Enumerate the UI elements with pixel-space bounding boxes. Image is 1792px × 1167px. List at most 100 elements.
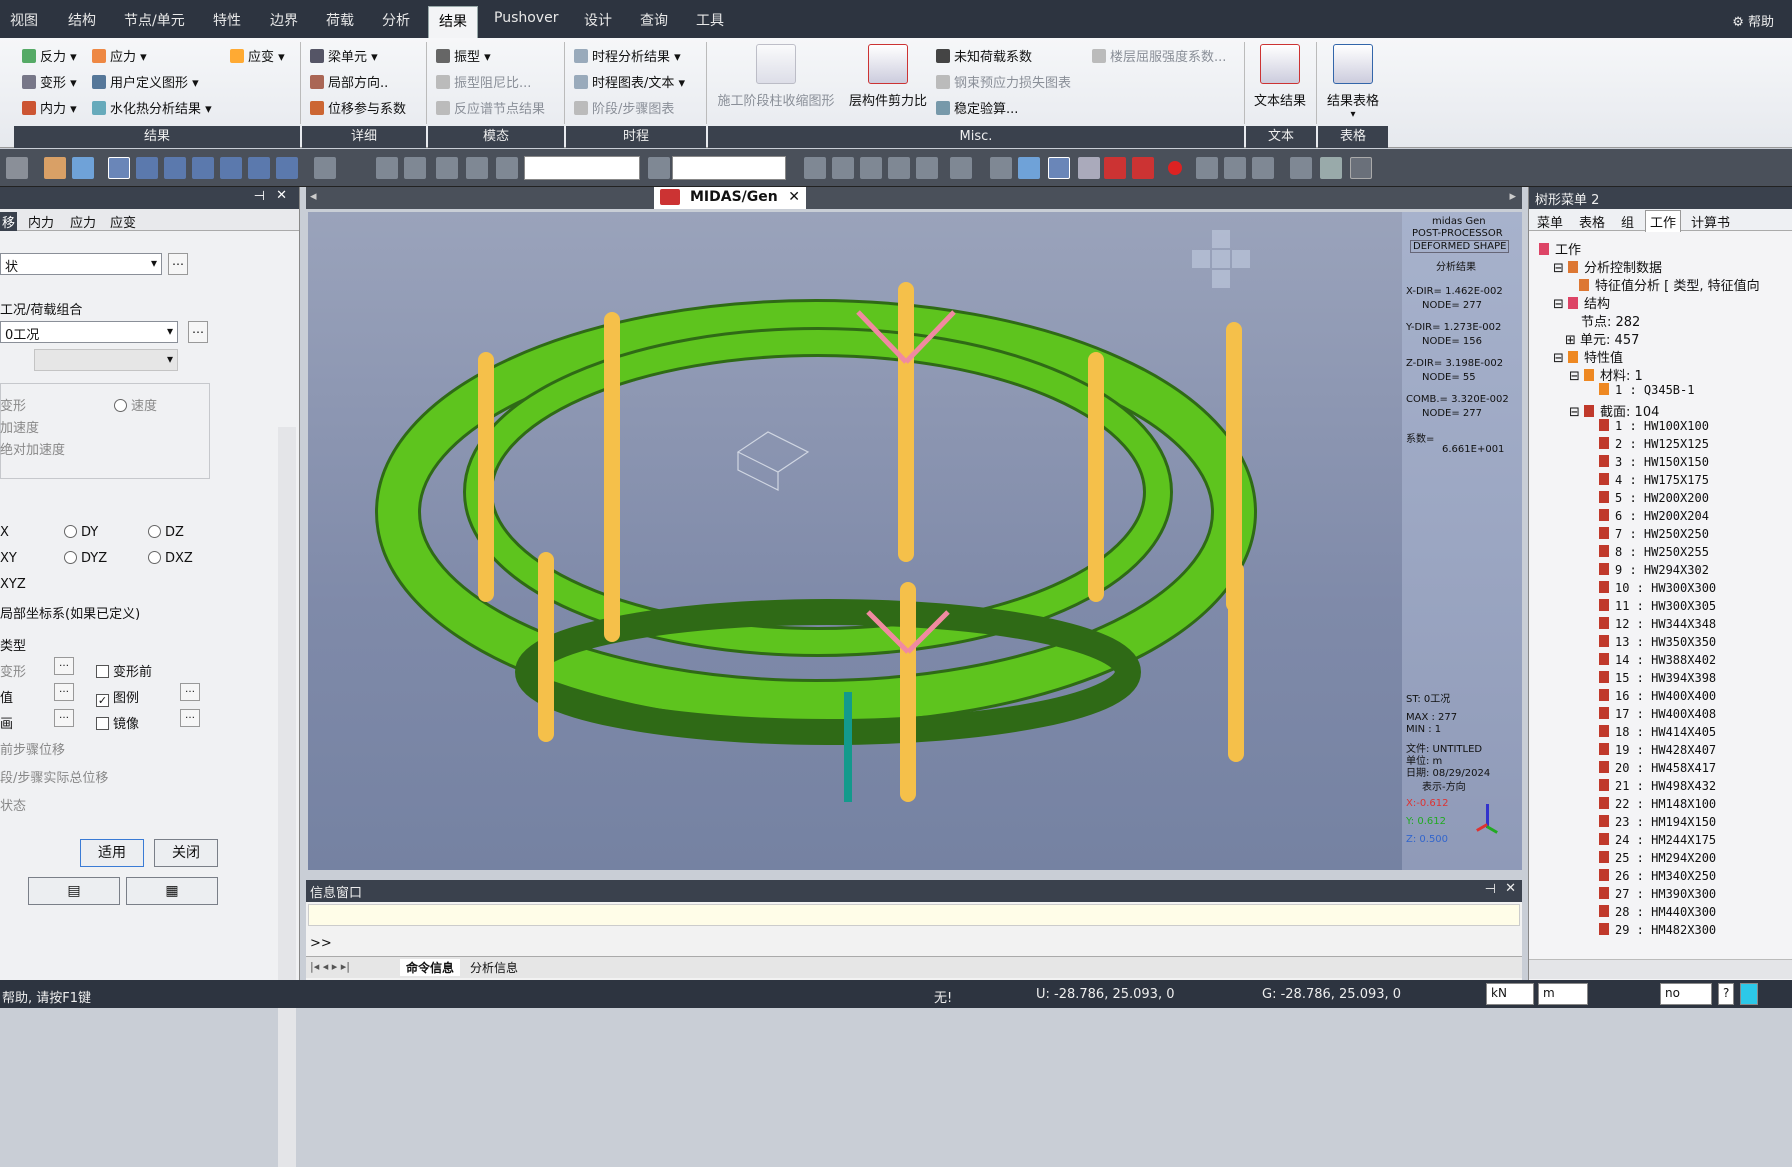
close-tab-icon[interactable]: ✕ — [788, 189, 800, 205]
tab-group[interactable]: 组 — [1621, 212, 1634, 231]
tree-section-item[interactable]: 20 : HW458X417 — [1599, 761, 1716, 775]
view-cube[interactable] — [1192, 230, 1250, 288]
select-filter-combo[interactable] — [524, 156, 640, 180]
tab-table[interactable]: 表格 — [1579, 212, 1605, 231]
value-more-button[interactable]: … — [54, 683, 74, 701]
redraw-icon[interactable] — [950, 157, 972, 179]
arrow-icon[interactable] — [6, 157, 28, 179]
tree-section-item[interactable]: 16 : HW400X400 — [1599, 689, 1716, 703]
tree-section-item[interactable]: 14 : HW388X402 — [1599, 653, 1716, 667]
radio-dxy[interactable]: XY — [0, 551, 17, 566]
tree-sections[interactable]: ⊟ 截面: 104 — [1569, 401, 1659, 420]
menu-boundary[interactable]: 边界 — [262, 8, 306, 32]
close-button[interactable]: 关闭 — [154, 839, 218, 867]
plane-select-icon[interactable] — [220, 157, 242, 179]
deform-more-button[interactable]: … — [54, 657, 74, 675]
tree-section-item[interactable]: 8 : HW250X255 — [1599, 545, 1709, 559]
tab-work[interactable]: 工作 — [1645, 210, 1682, 232]
shade-icon[interactable] — [1048, 157, 1070, 179]
hidden-line-icon[interactable] — [466, 157, 488, 179]
menu-pushover[interactable]: Pushover — [486, 8, 566, 28]
shrink-icon[interactable] — [888, 157, 910, 179]
menu-view[interactable]: 视图 — [2, 8, 46, 32]
tree-section-item[interactable]: 25 : HM294X200 — [1599, 851, 1716, 865]
local-axis-checkbox[interactable]: 局部坐标系(如果已定义) — [0, 603, 140, 622]
help-button[interactable]: ⚙ 帮助 — [1732, 11, 1774, 30]
display-icon[interactable] — [1104, 157, 1126, 179]
window-select-icon[interactable] — [136, 157, 158, 179]
tree-section-item[interactable]: 29 : HM482X300 — [1599, 923, 1716, 937]
tab-command-info[interactable]: 命令信息 — [400, 959, 461, 976]
tree-section-item[interactable]: 21 : HW498X432 — [1599, 779, 1716, 793]
tree-section-item[interactable]: 22 : HM148X100 — [1599, 797, 1716, 811]
menu-structure[interactable]: 结构 — [60, 8, 104, 32]
view-cube-center[interactable] — [1212, 250, 1230, 268]
nav-icons[interactable]: |◂ ◂ ▸ ▸| — [310, 960, 350, 973]
copy-icon[interactable] — [1290, 157, 1312, 179]
deform-button[interactable]: 变形 ▾ — [22, 72, 77, 91]
local-direction-button[interactable]: 局部方向.. — [310, 72, 388, 91]
menu-query[interactable]: 查询 — [632, 8, 676, 32]
result-table-button[interactable]: 结果表格 ▾ — [1320, 44, 1386, 120]
shape-combo[interactable]: 状 — [0, 253, 162, 275]
tree-nodes[interactable]: 节点: 282 — [1581, 311, 1640, 330]
before-deform-checkbox[interactable]: 变形前 — [96, 661, 152, 680]
tree-section-item[interactable]: 11 : HW300X305 — [1599, 599, 1716, 613]
menu-properties[interactable]: 特性 — [205, 8, 249, 32]
disp-participation-button[interactable]: 位移参与系数 — [310, 98, 406, 117]
sphere-select-icon[interactable] — [276, 157, 298, 179]
tree-section-item[interactable]: 17 : HW400X408 — [1599, 707, 1716, 721]
pin-icon[interactable]: ⊣ — [254, 189, 265, 204]
help-query-icon[interactable]: ? — [1718, 983, 1734, 1005]
tree-elements[interactable]: ⊞ 单元: 457 — [1565, 329, 1639, 348]
pick-icon[interactable] — [496, 157, 518, 179]
tree-section-item[interactable]: 1 : HW100X100 — [1599, 419, 1709, 433]
legend-more-button[interactable]: … — [180, 683, 200, 701]
tab-prev-icon[interactable]: ◂ — [310, 189, 317, 204]
tab-midas-gen[interactable]: MIDAS/Gen ✕ — [654, 187, 806, 209]
tree-section-item[interactable]: 7 : HW250X250 — [1599, 527, 1709, 541]
tree-work[interactable]: 工作 — [1539, 239, 1581, 258]
print-icon[interactable]: ▦ — [126, 877, 218, 905]
close-icon[interactable]: ✕ — [1505, 881, 1516, 896]
shape-more-button[interactable]: … — [168, 253, 188, 275]
node-icon[interactable] — [1196, 157, 1218, 179]
tree-section-item[interactable]: 9 : HW294X302 — [1599, 563, 1709, 577]
tab-stress[interactable]: 应力 — [70, 212, 96, 231]
mode-shape-button[interactable]: 振型 ▾ — [436, 46, 491, 65]
type-animation[interactable]: 画 — [0, 713, 13, 732]
node-number-icon[interactable] — [804, 157, 826, 179]
tree-analysis-control[interactable]: ⊟ 分析控制数据 — [1553, 257, 1662, 276]
text-result-button[interactable]: 文本结果 — [1248, 44, 1312, 109]
pin-icon[interactable]: ⊣ — [1485, 882, 1496, 897]
no-select[interactable]: no — [1660, 983, 1712, 1005]
tree-section-item[interactable]: 2 : HW125X125 — [1599, 437, 1709, 451]
type-value[interactable]: 值 — [0, 687, 13, 706]
menu-results[interactable]: 结果 — [428, 6, 478, 38]
tab-analysis-info[interactable]: 分析信息 — [470, 959, 518, 976]
mirror-more-button[interactable]: … — [180, 709, 200, 727]
tab-displacement[interactable]: 移 — [0, 212, 18, 231]
query-icon[interactable] — [648, 157, 670, 179]
lock-icon[interactable] — [1320, 157, 1342, 179]
length-unit-select[interactable]: m — [1538, 983, 1588, 1005]
menu-load[interactable]: 荷载 — [318, 8, 362, 32]
table-icon[interactable]: ▤ — [28, 877, 120, 905]
tree-section-item[interactable]: 19 : HW428X407 — [1599, 743, 1716, 757]
message-area[interactable] — [308, 904, 1520, 926]
load-case-combo[interactable]: 0工况 — [0, 321, 178, 343]
tab-report[interactable]: 计算书 — [1691, 212, 1730, 231]
boundary-icon[interactable] — [1252, 157, 1274, 179]
display-option-icon[interactable] — [1132, 157, 1154, 179]
tree-section-item[interactable]: 12 : HW344X348 — [1599, 617, 1716, 631]
select-icon[interactable] — [108, 157, 130, 179]
legend-checkbox[interactable]: ✓ 图例 — [96, 687, 139, 707]
internal-force-button[interactable]: 内力 ▾ — [22, 98, 77, 117]
reaction-button[interactable]: 反力 ▾ — [22, 46, 77, 65]
radio-dx[interactable]: X — [0, 525, 9, 540]
record-icon[interactable] — [1168, 161, 1182, 175]
snap-node-icon[interactable] — [44, 157, 66, 179]
globe-icon[interactable] — [1078, 157, 1100, 179]
radio-dz[interactable]: DZ — [148, 525, 184, 540]
color-swatch[interactable] — [1740, 983, 1758, 1005]
